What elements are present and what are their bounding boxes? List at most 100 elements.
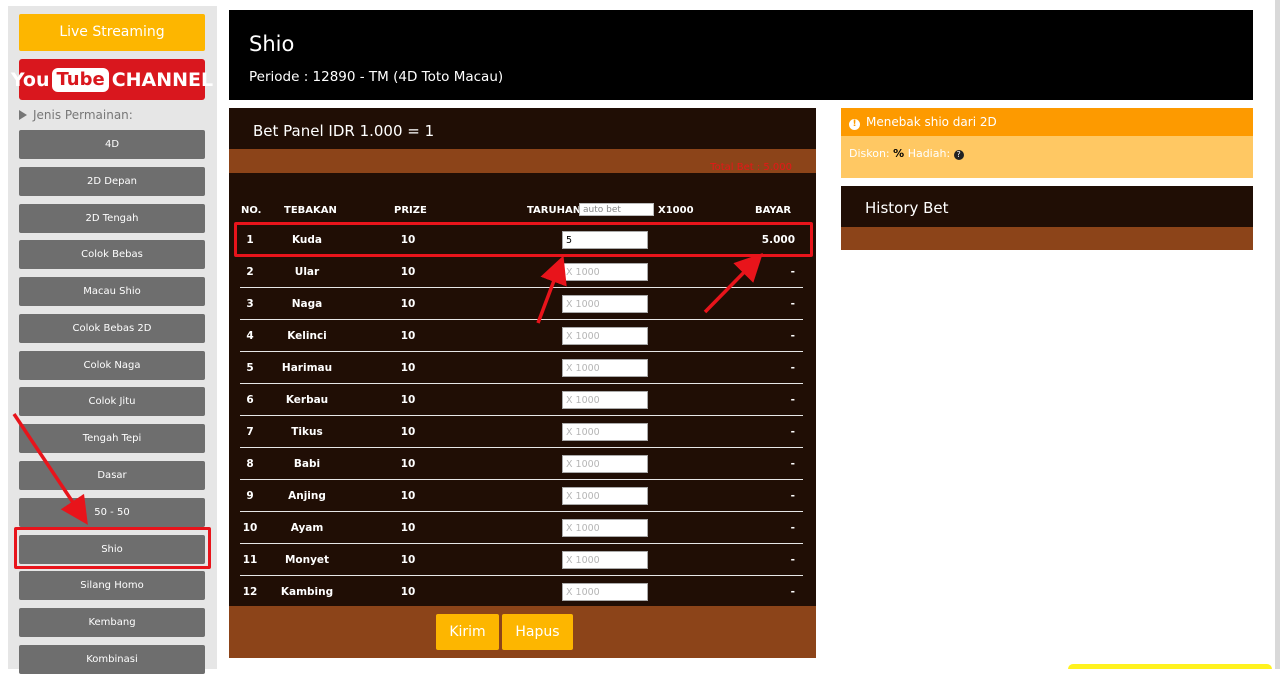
- taruhan-input[interactable]: X 1000: [562, 551, 648, 569]
- table-row: 9 Anjing 10 X 1000 -: [240, 480, 803, 512]
- info-title: Menebak shio dari 2D: [866, 115, 997, 129]
- jenis-permainan-text: Jenis Permainan:: [33, 108, 133, 122]
- row-no: 9: [246, 490, 254, 502]
- sidebar-item-tengah-tepi[interactable]: Tengah Tepi: [19, 424, 205, 453]
- taruhan-input[interactable]: X 1000: [562, 455, 648, 473]
- sidebar-item-colok-jitu[interactable]: Colok Jitu: [19, 387, 205, 416]
- row-prize: 10: [400, 298, 416, 310]
- row-bayar: -: [790, 586, 795, 598]
- youtube-tube-text: Tube: [52, 67, 109, 92]
- sidebar-item-label: Dasar: [97, 470, 127, 481]
- sidebar-item-50-50[interactable]: 50 - 50: [19, 498, 205, 527]
- row-no: 11: [242, 554, 258, 566]
- sidebar-item-macau-shio[interactable]: Macau Shio: [19, 277, 205, 306]
- sidebar-item-label: Colok Bebas: [81, 249, 143, 260]
- row-bayar: -: [790, 426, 795, 438]
- taruhan-input[interactable]: X 1000: [562, 295, 648, 313]
- taruhan-input[interactable]: X 1000: [562, 359, 648, 377]
- sidebar-item-dasar[interactable]: Dasar: [19, 461, 205, 490]
- taruhan-input[interactable]: X 1000: [562, 263, 648, 281]
- info-body: Diskon: % Hadiah: ?: [841, 136, 1253, 178]
- row-bayar: -: [790, 394, 795, 406]
- row-tebakan: Ular: [294, 266, 320, 278]
- taruhan-input[interactable]: X 1000: [562, 423, 648, 441]
- sidebar-item-silang-homo[interactable]: Silang Homo: [19, 571, 205, 600]
- taruhan-input[interactable]: X 1000: [562, 583, 648, 601]
- sidebar-item-2d-depan[interactable]: 2D Depan: [19, 167, 205, 196]
- row-no: 5: [246, 362, 254, 374]
- row-prize: 10: [400, 330, 416, 342]
- row-prize: 10: [400, 394, 416, 406]
- table-row: 2 Ular 10 X 1000 -: [240, 256, 803, 288]
- row-no: 6: [246, 394, 254, 406]
- col-header-taruhan: TARUHAN: [527, 205, 582, 216]
- table-row: 4 Kelinci 10 X 1000 -: [240, 320, 803, 352]
- history-bet-title: History Bet: [841, 186, 1253, 227]
- row-no: 8: [246, 458, 254, 470]
- auto-bet-input[interactable]: auto bet: [579, 203, 654, 216]
- bet-panel-footer: Kirim Hapus: [229, 606, 816, 658]
- row-tebakan: Babi: [293, 458, 321, 470]
- row-prize: 10: [400, 554, 416, 566]
- total-bet-label: Total Bet : 5.000: [710, 162, 792, 173]
- youtube-you-text: You: [10, 68, 50, 91]
- row-bayar: -: [790, 298, 795, 310]
- sidebar-item-colok-bebas-2d[interactable]: Colok Bebas 2D: [19, 314, 205, 343]
- row-no: 10: [242, 522, 258, 534]
- taruhan-input[interactable]: X 1000: [562, 519, 648, 537]
- row-no: 4: [246, 330, 254, 342]
- table-row: 8 Babi 10 X 1000 -: [240, 448, 803, 480]
- table-row: 11 Monyet 10 X 1000 -: [240, 544, 803, 576]
- row-tebakan: Naga: [291, 298, 323, 310]
- sidebar-item-label: Kombinasi: [86, 654, 138, 665]
- row-no: 7: [246, 426, 254, 438]
- bottom-yellow-widget[interactable]: [1068, 664, 1272, 669]
- sidebar: Live Streaming You Tube CHANNEL Jenis Pe…: [8, 6, 217, 674]
- col-header-bayar: BAYAR: [755, 205, 792, 216]
- live-streaming-button[interactable]: Live Streaming: [19, 14, 205, 51]
- row-bayar: -: [790, 362, 795, 374]
- sidebar-item-label: 2D Tengah: [85, 213, 139, 224]
- row-tebakan: Kambing: [280, 586, 334, 598]
- row-prize: 10: [400, 586, 416, 598]
- taruhan-input[interactable]: X 1000: [562, 391, 648, 409]
- sidebar-item-label: Macau Shio: [83, 286, 141, 297]
- periode-label: Periode : 12890 - TM (4D Toto Macau): [249, 69, 504, 85]
- sidebar-item-2d-tengah[interactable]: 2D Tengah: [19, 204, 205, 233]
- question-icon[interactable]: ?: [953, 150, 964, 160]
- sidebar-item-kembang[interactable]: Kembang: [19, 608, 205, 637]
- kirim-button[interactable]: Kirim: [436, 614, 499, 650]
- sidebar-item-4d[interactable]: 4D: [19, 130, 205, 159]
- taruhan-input[interactable]: X 1000: [562, 487, 648, 505]
- diskon-value: %: [893, 147, 905, 160]
- highlight-box-shio: [14, 527, 211, 569]
- row-tebakan: Harimau: [281, 362, 333, 374]
- row-prize: 10: [400, 458, 416, 470]
- taruhan-input[interactable]: X 1000: [562, 327, 648, 345]
- youtube-channel-banner[interactable]: You Tube CHANNEL: [11, 59, 213, 100]
- hapus-button[interactable]: Hapus: [502, 614, 573, 650]
- jenis-permainan-label: Jenis Permainan:: [19, 108, 133, 122]
- table-row: 6 Kerbau 10 X 1000 -: [240, 384, 803, 416]
- bet-panel-title: Bet Panel IDR 1.000 = 1: [253, 122, 435, 140]
- sidebar-item-colok-naga[interactable]: Colok Naga: [19, 351, 205, 380]
- highlight-box-row-1: [234, 222, 813, 257]
- row-prize: 10: [400, 522, 416, 534]
- sidebar-item-label: 2D Depan: [87, 176, 137, 187]
- info-box: ! Menebak shio dari 2D Diskon: % Hadiah: …: [841, 108, 1253, 178]
- page-header: Shio Periode : 12890 - TM (4D Toto Macau…: [229, 10, 1253, 100]
- page-scrollbar[interactable]: [1275, 0, 1280, 669]
- col-header-tebakan: TEBAKAN: [284, 205, 337, 216]
- sidebar-item-label: Kembang: [88, 617, 136, 628]
- row-prize: 10: [400, 362, 416, 374]
- sidebar-item-label: Colok Jitu: [88, 396, 136, 407]
- sidebar-item-kombinasi[interactable]: Kombinasi: [19, 645, 205, 674]
- row-no: 3: [246, 298, 254, 310]
- row-bayar: -: [790, 458, 795, 470]
- triangle-right-icon: [19, 110, 27, 120]
- row-bayar: -: [790, 554, 795, 566]
- page-title: Shio: [249, 32, 295, 56]
- sidebar-item-label: Colok Naga: [83, 360, 141, 371]
- col-header-prize: PRIZE: [394, 205, 427, 216]
- sidebar-item-colok-bebas[interactable]: Colok Bebas: [19, 240, 205, 269]
